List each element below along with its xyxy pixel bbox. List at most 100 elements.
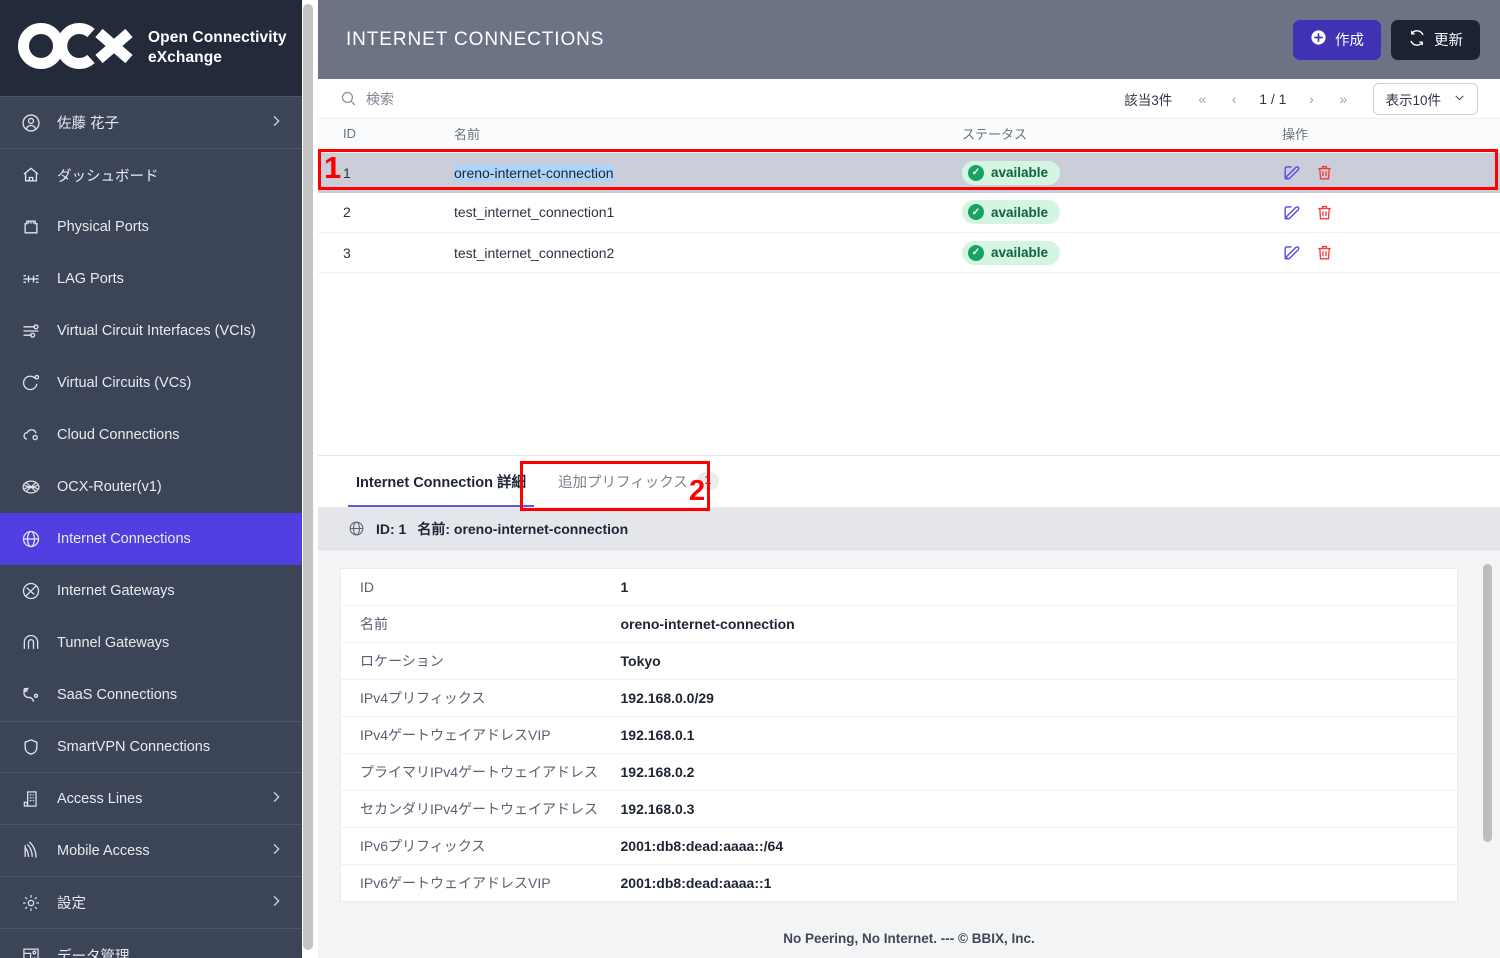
detail-key: IPv6プリフィックス bbox=[341, 828, 621, 865]
sidebar-item-user[interactable]: 佐藤 花子 bbox=[0, 96, 302, 148]
edit-icon[interactable] bbox=[1282, 243, 1301, 262]
create-button[interactable]: 作成 bbox=[1293, 20, 1381, 60]
search-icon bbox=[340, 90, 357, 107]
edit-icon[interactable] bbox=[1282, 203, 1301, 222]
detail-value: 2001:db8:dead:aaaa::/64 bbox=[621, 828, 1458, 865]
sidebar-item-lag-ports[interactable]: LAG Ports bbox=[0, 253, 302, 305]
cell-status: ✓ available bbox=[962, 193, 1282, 233]
sidebar-item-label: Tunnel Gateways bbox=[57, 635, 284, 651]
cell-actions bbox=[1282, 193, 1500, 233]
result-count: 該当3件 bbox=[1124, 89, 1172, 109]
detail-summary-bar: ID: 1 名前: oreno-internet-connection bbox=[318, 508, 1500, 550]
sidebar-item-label: 設定 bbox=[57, 892, 253, 913]
status-label: available bbox=[991, 205, 1048, 220]
detail-row: IPv6プリフィックス 2001:db8:dead:aaaa::/64 bbox=[341, 828, 1458, 865]
status-label: available bbox=[991, 245, 1048, 260]
sidebar-item-tunnel-gateways[interactable]: Tunnel Gateways bbox=[0, 617, 302, 669]
router-icon bbox=[20, 476, 42, 498]
sidebar-item-label: Virtual Circuits (VCs) bbox=[57, 375, 284, 391]
sidebar-item-internet-connections[interactable]: Internet Connections bbox=[0, 513, 302, 565]
prev-page-button[interactable]: ‹ bbox=[1218, 84, 1250, 114]
refresh-icon bbox=[1408, 29, 1426, 51]
cell-name[interactable]: test_internet_connection2 bbox=[454, 233, 962, 273]
table-row[interactable]: 3 test_internet_connection2 ✓ available bbox=[318, 233, 1500, 273]
chevron-right-icon bbox=[268, 113, 284, 133]
sidebar-item-label: Physical Ports bbox=[57, 219, 284, 235]
cell-actions bbox=[1282, 233, 1500, 273]
sidebar-item-vcs[interactable]: Virtual Circuits (VCs) bbox=[0, 357, 302, 409]
cell-name[interactable]: test_internet_connection1 bbox=[454, 193, 962, 233]
detail-key: IPv4プリフィックス bbox=[341, 680, 621, 717]
detail-row: IPv4プリフィックス 192.168.0.0/29 bbox=[341, 680, 1458, 717]
page-indicator: 1 / 1 bbox=[1250, 91, 1295, 107]
cell-id: 3 bbox=[318, 233, 454, 273]
cell-status: ✓ available bbox=[962, 233, 1282, 273]
refresh-button[interactable]: 更新 bbox=[1391, 20, 1480, 60]
sliders-icon bbox=[20, 320, 42, 342]
sidebar-item-label: Mobile Access bbox=[57, 843, 253, 859]
chevron-right-icon bbox=[268, 841, 284, 861]
app-root: Open Connectivity eXchange 佐藤 花子 ダッシュボード bbox=[0, 0, 1500, 958]
last-page-button[interactable]: » bbox=[1327, 84, 1359, 114]
detail-scrollbar-thumb[interactable] bbox=[1483, 564, 1492, 842]
tab-label: Internet Connection 詳細 bbox=[356, 471, 526, 492]
search-box[interactable] bbox=[340, 90, 1124, 107]
sidebar-item-physical-ports[interactable]: Physical Ports bbox=[0, 201, 302, 253]
cell-id: 2 bbox=[318, 193, 454, 233]
sidebar-item-settings[interactable]: 設定 bbox=[0, 877, 302, 929]
delete-icon[interactable] bbox=[1315, 163, 1334, 182]
brand-name-line2: eXchange bbox=[148, 48, 287, 68]
page-size-select[interactable]: 表示10件 bbox=[1373, 83, 1478, 115]
detail-summary-name: 名前: oreno-internet-connection bbox=[417, 519, 628, 539]
signal-icon bbox=[20, 840, 42, 862]
refresh-button-label: 更新 bbox=[1434, 29, 1463, 50]
tab-connection-detail[interactable]: Internet Connection 詳細 bbox=[340, 455, 542, 507]
home-icon bbox=[20, 164, 42, 186]
sidebar-item-mobile-access[interactable]: Mobile Access bbox=[0, 825, 302, 877]
detail-key: IPv6ゲートウェイアドレスVIP bbox=[341, 865, 621, 902]
first-page-button[interactable]: « bbox=[1186, 84, 1218, 114]
detail-tabs: Internet Connection 詳細 追加プリフィックス 1 bbox=[318, 456, 1500, 508]
detail-row: ID 1 bbox=[341, 569, 1458, 606]
search-input[interactable] bbox=[366, 91, 666, 107]
detail-row: プライマリIPv4ゲートウェイアドレス 192.168.0.2 bbox=[341, 754, 1458, 791]
table-row[interactable]: 2 test_internet_connection1 ✓ available bbox=[318, 193, 1500, 233]
cell-name[interactable]: oreno-internet-connection bbox=[454, 153, 962, 193]
sidebar-item-saas-connections[interactable]: SaaS Connections bbox=[0, 669, 302, 721]
create-button-label: 作成 bbox=[1335, 29, 1364, 50]
connections-table: ID 名前 ステータス 操作 1 oreno-internet-connecti… bbox=[318, 119, 1500, 273]
detail-summary-id: ID: 1 bbox=[376, 521, 406, 537]
delete-icon[interactable] bbox=[1315, 243, 1334, 262]
detail-key: 名前 bbox=[341, 606, 621, 643]
sidebar: Open Connectivity eXchange 佐藤 花子 ダッシュボード bbox=[0, 0, 302, 958]
sidebar-item-vcis[interactable]: Virtual Circuit Interfaces (VCIs) bbox=[0, 305, 302, 357]
list-toolbar: 該当3件 « ‹ 1 / 1 › » 表示10件 bbox=[318, 79, 1500, 119]
tab-additional-prefix[interactable]: 追加プリフィックス 1 bbox=[542, 455, 735, 507]
sidebar-item-label: Virtual Circuit Interfaces (VCIs) bbox=[57, 323, 284, 339]
sidebar-item-cloud-connections[interactable]: Cloud Connections bbox=[0, 409, 302, 461]
footer-text: No Peering, No Internet. --- © BBIX, Inc… bbox=[783, 931, 1034, 946]
edit-icon[interactable] bbox=[1282, 163, 1301, 182]
globe-icon bbox=[348, 520, 365, 537]
sidebar-item-access-lines[interactable]: Access Lines bbox=[0, 773, 302, 825]
sidebar-item-label: Internet Connections bbox=[57, 531, 284, 547]
sidebar-item-internet-gateways[interactable]: Internet Gateways bbox=[0, 565, 302, 617]
sidebar-item-label: ダッシュボード bbox=[57, 165, 284, 186]
next-page-button[interactable]: › bbox=[1295, 84, 1327, 114]
sidebar-scrollbar-thumb[interactable] bbox=[303, 4, 313, 950]
cell-actions bbox=[1282, 153, 1500, 193]
cell-name-text: oreno-internet-connection bbox=[454, 164, 614, 182]
cell-status: ✓ available bbox=[962, 153, 1282, 193]
sidebar-item-label: Cloud Connections bbox=[57, 427, 284, 443]
delete-icon[interactable] bbox=[1315, 203, 1334, 222]
status-badge: ✓ available bbox=[962, 200, 1060, 224]
check-icon: ✓ bbox=[968, 204, 984, 220]
detail-value: 192.168.0.0/29 bbox=[621, 680, 1458, 717]
sidebar-item-data-management[interactable]: データ管理 bbox=[0, 929, 302, 958]
sidebar-item-ocx-router[interactable]: OCX-Router(v1) bbox=[0, 461, 302, 513]
sidebar-item-label: OCX-Router(v1) bbox=[57, 479, 284, 495]
table-row[interactable]: 1 oreno-internet-connection ✓ available bbox=[318, 153, 1500, 193]
sidebar-item-smartvpn-connections[interactable]: SmartVPN Connections bbox=[0, 721, 302, 773]
sidebar-item-dashboard[interactable]: ダッシュボード bbox=[0, 149, 302, 201]
detail-panel: Internet Connection 詳細 追加プリフィックス 1 ID: 1… bbox=[318, 456, 1500, 958]
